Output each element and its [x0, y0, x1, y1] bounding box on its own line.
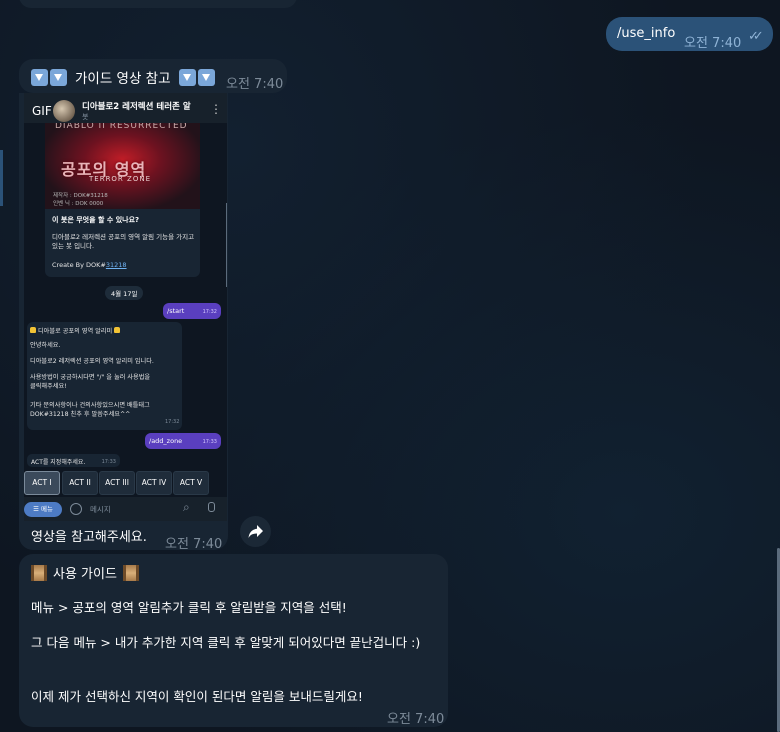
act-1-button: ACT I: [24, 471, 60, 495]
bot-subtitle: 봇: [82, 113, 89, 121]
guide-line: 메뉴 > 공포의 영역 알림추가 클릭 후 알림받을 지역을 선택!: [31, 600, 347, 615]
gif-add-zone-command: /add_zone 17:33: [145, 433, 221, 449]
poster-subtitle: TERROR ZONE: [89, 175, 151, 183]
act-4-button: ACT IV: [136, 471, 172, 495]
message-time: 오전 7:40: [387, 712, 445, 727]
welcome-line: DOK#31218 친추 후 말씀주세요^^: [30, 411, 131, 418]
message-time: 오전 7:40: [684, 36, 742, 51]
menu-button: ☰ 메뉴: [24, 502, 62, 517]
gif-caption: 영상을 참고해주세요.: [31, 530, 147, 545]
prompt-text: ACT를 지정해주세요.: [31, 459, 86, 466]
welcome-line: 클릭해주세요!: [30, 383, 67, 390]
welcome-title: 디아블로 공포의 영역 알리미: [37, 328, 113, 335]
attach-icon: ⌕: [183, 500, 190, 514]
command-time: 17:32: [202, 309, 217, 315]
welcome-line: 안녕하세요.: [30, 342, 61, 349]
intro-question: 이 봇은 무엇을 할 수 있나요?: [52, 216, 140, 224]
outgoing-message-use-info[interactable]: /use_info 오전 7:40 ✓✓: [606, 17, 773, 51]
credit-link: 31218: [105, 261, 127, 269]
welcome-line: 기타 문의사항이나 건의사항있으시면 배틀태그: [30, 402, 150, 409]
left-edge-indicator: [0, 150, 3, 206]
message-placeholder: 메시지: [90, 505, 111, 514]
intro-description: 디아블로2 레저렉션 공포의 영역 알림 기능을 가지고 있는 봇 입니다.: [52, 233, 195, 250]
down-arrow-emoji-icon: [178, 68, 196, 86]
gif-welcome-message: 디아블로 공포의 영역 알리미 안녕하세요. 디아블로2 레저렉션 공포의 영역…: [27, 322, 182, 430]
command-text: /start: [167, 307, 185, 315]
bell-icon: [30, 327, 36, 333]
gif-message[interactable]: DIABLO II RESURRECTED 공포의 영역 TERROR ZONE…: [19, 93, 228, 550]
previous-message-bubble: [19, 0, 297, 8]
gif-label: GIF: [32, 104, 52, 118]
guide-body: 메뉴 > 공포의 영역 알림추가 클릭 후 알림받을 지역을 선택! 그 다음 …: [19, 554, 448, 727]
guide-line: 그 다음 메뉴 > 내가 추가한 지역 클릭 후 알맞게 되어있다면 끝난겁니다…: [31, 635, 421, 650]
share-button[interactable]: [240, 516, 271, 547]
bot-intro-card: 이 봇은 무엇을 할 수 있나요? 디아블로2 레저렉션 공포의 영역 알림 기…: [45, 209, 200, 277]
welcome-time: 17:32: [165, 419, 180, 425]
mic-icon: [208, 502, 215, 512]
bot-name: 디아블로2 레저렉션 테러존 알: [82, 102, 191, 112]
intro-credit: Create By DOK#31218: [52, 261, 127, 269]
message-text: 가이드 영상 참고: [75, 71, 171, 87]
gif-preview[interactable]: DIABLO II RESURRECTED 공포의 영역 TERROR ZONE…: [24, 93, 227, 511]
command-text: /add_zone: [149, 437, 183, 445]
down-arrow-emoji-icon: [197, 68, 215, 86]
credit-text: Create By DOK#: [52, 261, 106, 269]
share-arrow-icon: [248, 525, 263, 538]
act-3-button: ACT III: [99, 471, 135, 495]
gif-inner-scrollbar: [226, 203, 227, 287]
down-arrow-emoji-icon: [31, 68, 48, 86]
act-2-button: ACT II: [62, 471, 98, 495]
gif-act-prompt: ACT를 지정해주세요. 17:33: [27, 454, 120, 467]
message-time: 오전 7:40: [226, 77, 284, 92]
bell-icon: [114, 327, 121, 333]
more-menu-icon: ⋮: [210, 102, 222, 116]
down-arrow-emoji-icon: [50, 68, 67, 86]
terror-zone-poster-image: DIABLO II RESURRECTED 공포의 영역 TERROR ZONE…: [45, 119, 200, 209]
incoming-message-usage-guide[interactable]: 사용 가이드 메뉴 > 공포의 영역 알림추가 클릭 후 알림받을 지역을 선택…: [19, 554, 448, 727]
command-time: 17:33: [202, 439, 217, 445]
guide-line: 이제 제가 선택하신 지역이 확인이 된다면 알림을 보내드릴게요!: [31, 689, 363, 704]
welcome-line: 사용방법이 궁금하시다면 "/" 을 눌러 사용법을: [30, 374, 151, 381]
menu-label: 메뉴: [40, 505, 53, 513]
act-button-row: ACT I ACT II ACT III ACT IV ACT V: [24, 471, 227, 495]
read-check-icon: ✓✓: [748, 29, 764, 44]
gif-start-command: /start 17:32: [163, 303, 221, 319]
poster-credit: 인벤 닉 : DOK 0000: [53, 201, 104, 207]
bot-avatar: [53, 100, 75, 122]
emoji-icon: [70, 503, 82, 515]
incoming-message-video-guide[interactable]: 가이드 영상 참고 오전 7:40: [19, 59, 287, 93]
gif-input-bar: ☰ 메뉴 메시지 ⌕: [24, 497, 227, 521]
welcome-title-row: 디아블로 공포의 영역 알리미: [30, 326, 121, 335]
poster-credit: 제작자 : DOK#31218: [53, 193, 108, 199]
act-5-button: ACT V: [173, 471, 209, 495]
gif-chat-header: GIF 디아블로2 레저렉션 테러존 알 봇 ⋮: [24, 93, 227, 123]
message-time: 오전 7:40: [165, 537, 223, 550]
welcome-line: 디아블로2 레저렉션 공포의 영역 알리미 입니다.: [30, 358, 154, 365]
date-chip: 4월 17일: [105, 286, 144, 300]
message-text: /use_info: [617, 26, 676, 41]
prompt-time: 17:33: [101, 459, 116, 465]
